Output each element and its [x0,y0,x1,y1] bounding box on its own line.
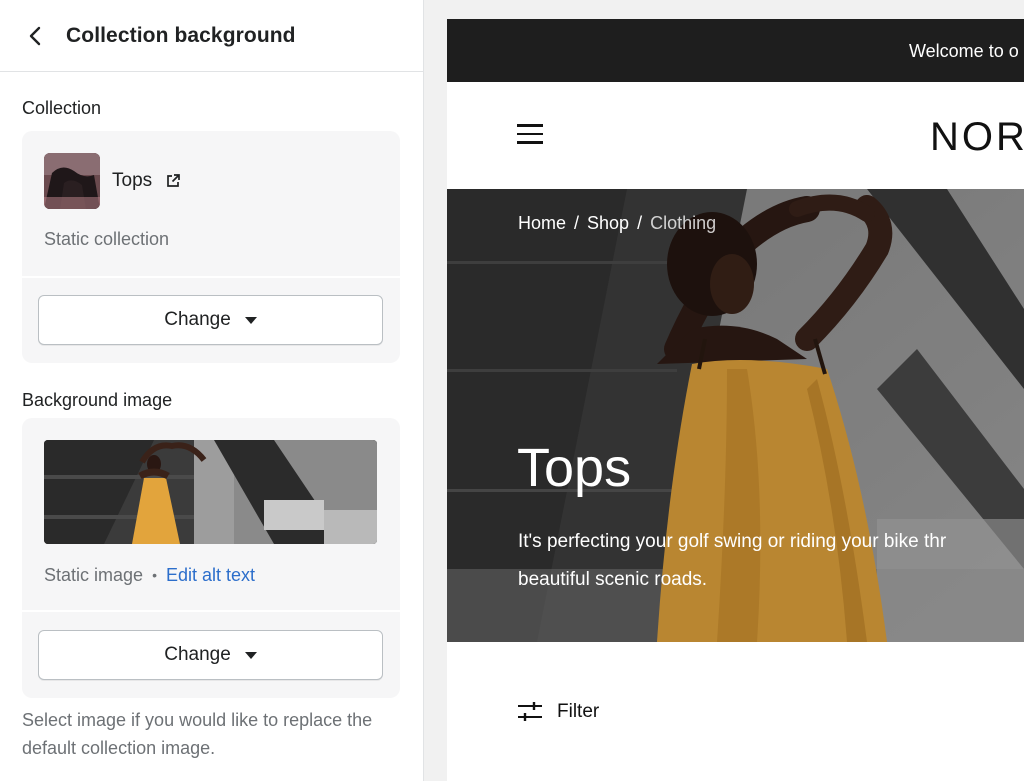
breadcrumb-separator: / [637,213,643,233]
background-section-label: Background image [22,390,173,410]
collection-type: Static collection [44,229,170,249]
collection-hero: Home / Shop / Clothing Tops It's perfect… [447,189,1024,642]
panel-header: Collection background [0,0,423,72]
background-image-type: Static image [44,565,144,585]
external-link-icon[interactable] [165,173,181,189]
edit-alt-text-link[interactable]: Edit alt text [166,565,255,585]
chevron-left-icon [29,26,41,45]
collection-name[interactable]: Tops [112,170,152,192]
breadcrumb-home[interactable]: Home [518,213,566,234]
back-button[interactable] [22,23,48,49]
hamburger-menu-icon[interactable] [517,124,543,144]
breadcrumb-separator: / [574,213,580,233]
collection-section-label: Collection [22,98,102,118]
site-header: NOR [447,82,1024,189]
breadcrumb-clothing: Clothing [650,213,717,233]
background-image-meta: Static image • Edit alt text [44,565,255,586]
help-text: Select image if you would like to replac… [22,710,373,758]
announcement-bar: Welcome to o [447,19,1024,82]
filter-label: Filter [557,701,600,722]
description-line-2: beautiful scenic roads. [518,569,708,590]
breadcrumb-shop[interactable]: Shop [587,213,629,234]
change-collection-button[interactable]: Change [38,295,383,345]
collection-title: Tops [517,438,632,498]
caret-down-icon [244,316,257,324]
background-image-thumbnail[interactable] [44,440,377,544]
background-image-card: Static image • Edit alt text Change [22,418,400,698]
description-line-1: It's perfecting your golf swing or ridin… [518,531,947,552]
filter-button[interactable]: Filter [517,701,599,723]
change-collection-label: Change [164,309,231,330]
collection-description: It's perfecting your golf swing or ridin… [518,523,1024,599]
collection-thumbnail [44,153,100,209]
change-image-label: Change [164,644,231,665]
store-logo[interactable]: NOR [930,115,1024,160]
caret-down-icon [244,651,257,659]
meta-separator: • [152,567,157,583]
breadcrumb: Home / Shop / Clothing [518,213,716,234]
filter-sliders-icon [518,702,542,721]
collection-card: Tops Static collection Change [22,131,400,363]
storefront-preview: Welcome to o NOR Home / Shop / Clothing … [447,19,1024,781]
panel-title: Collection background [66,23,296,47]
change-image-button[interactable]: Change [38,630,383,680]
announcement-text: Welcome to o [909,41,1019,61]
settings-panel: Collection background Collection Tops St… [0,0,424,781]
